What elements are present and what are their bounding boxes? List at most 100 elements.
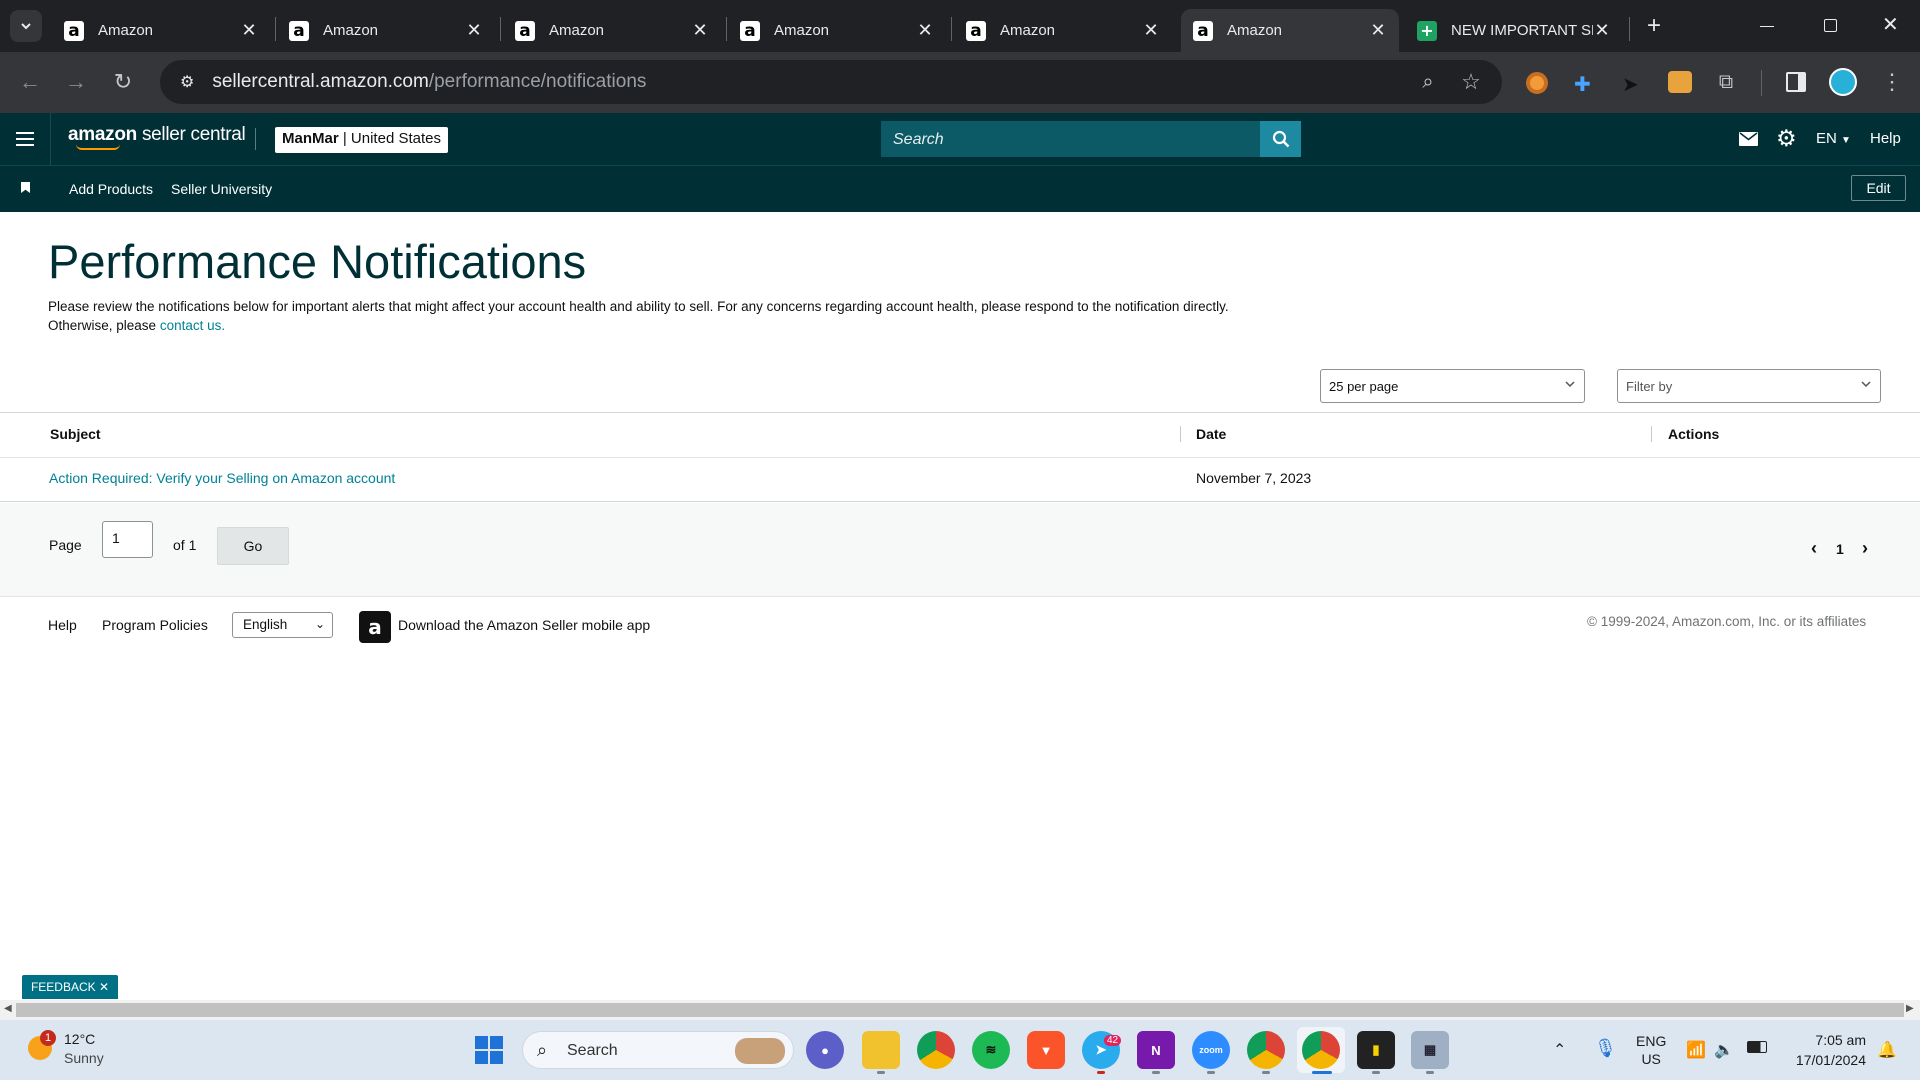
notification-date: November 7, 2023 (1196, 470, 1312, 486)
chrome-icon[interactable] (917, 1031, 955, 1069)
zoom-icon[interactable]: ⌕ (1410, 64, 1446, 100)
filter-select[interactable]: Filter by (1617, 369, 1881, 403)
seller-central-logo[interactable]: amazon seller central (68, 124, 246, 150)
address-bar[interactable]: ⚙ sellercentral.amazon.com/performance/n… (160, 60, 1502, 104)
profile-avatar[interactable] (1829, 68, 1857, 96)
notification-bell-icon[interactable]: 🔔 (1877, 1040, 1897, 1060)
site-info-icon[interactable]: ⚙ (180, 72, 194, 92)
browser-tab[interactable]: a Amazon ✕ (52, 9, 270, 52)
hamburger-menu-icon[interactable] (16, 132, 34, 146)
extension-icon[interactable]: ✚ (1574, 72, 1596, 96)
chevron-down-icon (21, 23, 31, 30)
sticky-notes-icon[interactable]: ▮ (1357, 1031, 1395, 1069)
extension-icon[interactable] (1668, 71, 1692, 93)
copyright: © 1999-2024, Amazon.com, Inc. or its aff… (1587, 614, 1867, 629)
wifi-icon[interactable]: 📶 (1686, 1040, 1706, 1060)
page-number-input[interactable]: 1 (102, 521, 153, 558)
help-link[interactable]: Help (1870, 130, 1901, 147)
edit-bookmarks-button[interactable]: Edit (1851, 175, 1906, 201)
restore-icon[interactable] (1824, 19, 1837, 32)
language-selector[interactable]: EN ▼ (1816, 130, 1851, 147)
browser-tab[interactable]: + NEW IMPORTANT SH ✕ (1405, 9, 1623, 52)
chrome-profile-icon[interactable] (1247, 1031, 1285, 1069)
battery-icon[interactable] (1747, 1041, 1767, 1053)
amazon-favicon-icon: a (966, 20, 986, 41)
download-app-link[interactable]: Download the Amazon Seller mobile app (398, 617, 650, 633)
close-icon[interactable]: ✕ (1593, 20, 1611, 41)
close-icon[interactable]: ✕ (465, 20, 483, 41)
toolbar-divider (1761, 70, 1762, 96)
footer-language-select[interactable]: English ⌄ (232, 612, 333, 638)
nav-add-products[interactable]: Add Products (69, 181, 153, 197)
chrome-active-icon[interactable] (1302, 1031, 1340, 1069)
microphone-icon[interactable]: 🎙 (1594, 1038, 1617, 1059)
caret-down-icon: ⌄ (314, 617, 325, 631)
input-language[interactable]: ENG US (1636, 1032, 1666, 1068)
amazon-favicon-icon: a (515, 20, 535, 41)
scrollbar-thumb[interactable] (16, 1003, 1904, 1017)
close-window-icon[interactable]: ✕ (1882, 12, 1899, 37)
close-icon[interactable]: ✕ (691, 20, 709, 41)
onenote-icon[interactable]: N (1137, 1031, 1175, 1069)
header-divider (50, 113, 51, 165)
browser-tab[interactable]: a Amazon ✕ (503, 9, 721, 52)
brave-icon[interactable]: ▼ (1027, 1031, 1065, 1069)
account-switcher[interactable]: ManMar | United States (275, 127, 448, 153)
prev-page-icon[interactable]: ‹ (1811, 538, 1817, 559)
bookmark-star-icon[interactable]: ☆ (1453, 64, 1489, 100)
search-button[interactable] (1260, 121, 1301, 157)
new-tab-button[interactable]: + (1640, 12, 1668, 40)
weather-widget[interactable]: 1 12°C Sunny (24, 1030, 124, 1070)
notification-subject-link[interactable]: Action Required: Verify your Selling on … (49, 470, 395, 486)
settings-gear-icon[interactable]: ⚙ (1776, 126, 1797, 152)
close-icon[interactable]: ✕ (1142, 20, 1160, 41)
tab-search-button[interactable] (10, 10, 42, 42)
windows-start-icon[interactable] (475, 1036, 503, 1064)
contact-us-link[interactable]: contact us. (160, 318, 225, 333)
spotify-icon[interactable]: ≋ (972, 1031, 1010, 1069)
extension-icon[interactable] (1526, 72, 1548, 94)
nav-seller-university[interactable]: Seller University (171, 181, 272, 197)
url-host: sellercentral.amazon.com (212, 71, 429, 92)
minimize-icon[interactable] (1760, 26, 1774, 27)
footer-help-link[interactable]: Help (48, 617, 77, 633)
volume-icon[interactable]: 🔈 (1714, 1040, 1734, 1060)
extensions-puzzle-icon[interactable]: ⧉ (1708, 64, 1744, 100)
reload-icon[interactable]: ↻ (105, 64, 141, 100)
file-explorer-icon[interactable] (862, 1031, 900, 1069)
column-header-subject: Subject (50, 426, 101, 442)
clock[interactable]: 7:05 am 17/01/2024 (1784, 1030, 1866, 1070)
forward-icon[interactable]: → (58, 64, 94, 100)
search-input[interactable]: Search (881, 121, 1261, 157)
telegram-badge: 42 (1104, 1035, 1122, 1046)
close-icon[interactable]: ✕ (916, 20, 934, 41)
teams-chat-icon[interactable]: ● (806, 1031, 844, 1069)
taskbar-search[interactable]: ⌕ Search (522, 1031, 794, 1069)
browser-tab[interactable]: a Amazon ✕ (728, 9, 946, 52)
close-icon[interactable]: ✕ (99, 980, 109, 994)
browser-tab[interactable]: a Amazon ✕ (277, 9, 495, 52)
footer-program-policies-link[interactable]: Program Policies (102, 617, 208, 633)
sheets-favicon-icon: + (1417, 20, 1437, 41)
side-panel-icon[interactable] (1786, 72, 1806, 92)
feedback-button[interactable]: FEEDBACK ✕ (22, 975, 118, 999)
browser-tab[interactable]: a Amazon ✕ (954, 9, 1172, 52)
account-region: | United States (342, 130, 441, 147)
extension-icon[interactable]: ➤ (1622, 72, 1644, 96)
close-icon[interactable]: ✕ (1369, 20, 1387, 41)
scroll-left-icon[interactable]: ◀ (4, 1003, 12, 1014)
mail-icon[interactable] (1739, 132, 1758, 146)
per-page-select[interactable]: 25 per page (1320, 369, 1585, 403)
scroll-right-icon[interactable]: ▶ (1906, 1003, 1914, 1014)
tray-overflow-icon[interactable]: ⌃ (1553, 1040, 1566, 1060)
zoom-icon[interactable]: zoom (1192, 1031, 1230, 1069)
current-page-number[interactable]: 1 (1836, 541, 1844, 557)
browser-tab-active[interactable]: a Amazon ✕ (1181, 9, 1399, 52)
next-page-icon[interactable]: › (1862, 538, 1868, 559)
browser-menu-icon[interactable]: ⋮ (1874, 64, 1910, 100)
close-icon[interactable]: ✕ (240, 20, 258, 41)
go-button[interactable]: Go (217, 527, 289, 565)
back-icon[interactable]: ← (12, 64, 48, 100)
calculator-icon[interactable]: ▦ (1411, 1031, 1449, 1069)
tab-title: Amazon (1000, 22, 1056, 39)
